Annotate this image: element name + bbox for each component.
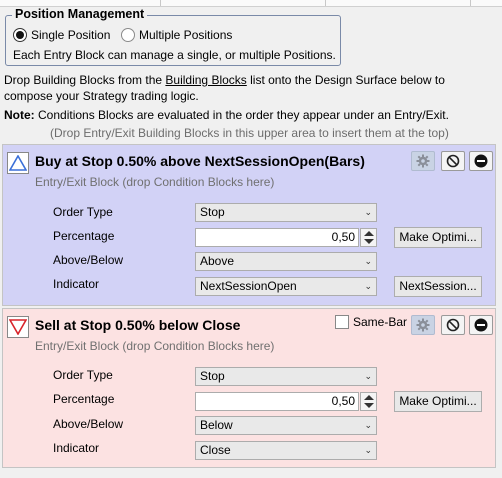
same-bar-checkbox[interactable]: Same-Bar bbox=[335, 315, 407, 329]
gear-icon bbox=[416, 318, 430, 332]
block-title: Sell at Stop 0.50% below Close bbox=[35, 317, 241, 333]
percentage-input[interactable]: 0,50 bbox=[195, 392, 359, 411]
sell-entry-block[interactable]: Sell at Stop 0.50% below Close Entry/Exi… bbox=[2, 308, 496, 468]
chevron-down-icon: ⌄ bbox=[364, 420, 372, 430]
note-label: Note: bbox=[4, 108, 35, 122]
order-type-select[interactable]: Stop ⌄ bbox=[195, 203, 377, 222]
minus-circle-icon bbox=[474, 318, 488, 332]
tab-separator bbox=[470, 0, 471, 6]
indicator-select[interactable]: NextSessionOpen ⌄ bbox=[195, 277, 377, 296]
prohibit-icon bbox=[446, 154, 460, 168]
indicator-select[interactable]: Close ⌄ bbox=[195, 441, 377, 460]
above-below-select[interactable]: Below ⌄ bbox=[195, 416, 377, 435]
chevron-down-icon: ⌄ bbox=[364, 281, 372, 291]
buy-entry-block[interactable]: Buy at Stop 0.50% above NextSessionOpen(… bbox=[2, 144, 496, 306]
gear-icon bbox=[416, 154, 430, 168]
above-below-label: Above/Below bbox=[53, 253, 124, 267]
down-triangle-icon bbox=[7, 316, 29, 338]
make-optimizable-button[interactable]: Make Optimi... bbox=[394, 391, 482, 412]
above-below-label: Above/Below bbox=[53, 417, 124, 431]
percentage-label: Percentage bbox=[53, 229, 115, 243]
instructions-line-2: compose your Strategy trading logic. bbox=[4, 89, 199, 103]
position-management-description: Each Entry Block can manage a single, or… bbox=[13, 48, 336, 62]
order-type-select[interactable]: Stop ⌄ bbox=[195, 367, 377, 386]
chevron-down-icon: ⌄ bbox=[364, 445, 372, 455]
group-legend: Position Management bbox=[12, 7, 148, 21]
chevron-down-icon: ⌄ bbox=[364, 256, 372, 266]
prohibit-icon bbox=[446, 318, 460, 332]
percentage-spinner[interactable] bbox=[360, 228, 377, 247]
chevron-down-icon: ⌄ bbox=[364, 371, 372, 381]
settings-button[interactable] bbox=[411, 151, 435, 171]
instructions-line-1: Drop Building Blocks from the Building B… bbox=[4, 73, 445, 87]
tab-strip bbox=[0, 0, 502, 7]
minus-circle-icon bbox=[474, 154, 488, 168]
radio-unselected-icon bbox=[121, 27, 135, 42]
percentage-label: Percentage bbox=[53, 392, 115, 406]
multiple-positions-radio[interactable]: Multiple Positions bbox=[121, 26, 232, 43]
radio-label: Multiple Positions bbox=[139, 27, 233, 42]
position-management-group: Position Management Single Position Mult… bbox=[5, 7, 341, 66]
up-triangle-icon bbox=[7, 152, 29, 174]
tab-separator bbox=[325, 0, 326, 6]
order-type-label: Order Type bbox=[53, 205, 113, 219]
chevron-down-icon: ⌄ bbox=[364, 207, 372, 217]
make-optimizable-button[interactable]: Make Optimi... bbox=[394, 227, 482, 248]
percentage-spinner[interactable] bbox=[360, 392, 377, 411]
top-drop-hint: (Drop Entry/Exit Building Blocks in this… bbox=[50, 126, 449, 140]
checkbox-box[interactable] bbox=[335, 315, 349, 329]
settings-button[interactable] bbox=[411, 315, 435, 335]
disable-button[interactable] bbox=[441, 315, 465, 335]
disable-button[interactable] bbox=[441, 151, 465, 171]
block-title: Buy at Stop 0.50% above NextSessionOpen(… bbox=[35, 153, 365, 169]
block-subtitle: Entry/Exit Block (drop Condition Blocks … bbox=[35, 339, 275, 353]
note-line: Note: Conditions Blocks are evaluated in… bbox=[4, 108, 449, 122]
percentage-input[interactable]: 0,50 bbox=[195, 228, 359, 247]
indicator-label: Indicator bbox=[53, 277, 100, 291]
indicator-settings-button[interactable]: NextSession... bbox=[394, 276, 482, 297]
single-position-radio[interactable]: Single Position bbox=[13, 26, 110, 43]
remove-button[interactable] bbox=[469, 151, 493, 171]
same-bar-label: Same-Bar bbox=[353, 315, 408, 329]
building-blocks-link[interactable]: Building Blocks bbox=[165, 73, 246, 87]
order-type-label: Order Type bbox=[53, 368, 113, 382]
radio-selected-icon bbox=[13, 27, 27, 42]
spin-down-icon[interactable] bbox=[364, 403, 374, 408]
radio-label: Single Position bbox=[31, 27, 111, 42]
spin-up-icon[interactable] bbox=[364, 231, 374, 236]
remove-button[interactable] bbox=[469, 315, 493, 335]
indicator-label: Indicator bbox=[53, 441, 100, 455]
block-subtitle: Entry/Exit Block (drop Condition Blocks … bbox=[35, 175, 275, 189]
tab-separator bbox=[160, 0, 161, 6]
spin-down-icon[interactable] bbox=[364, 239, 374, 244]
spin-up-icon[interactable] bbox=[364, 395, 374, 400]
above-below-select[interactable]: Above ⌄ bbox=[195, 252, 377, 271]
